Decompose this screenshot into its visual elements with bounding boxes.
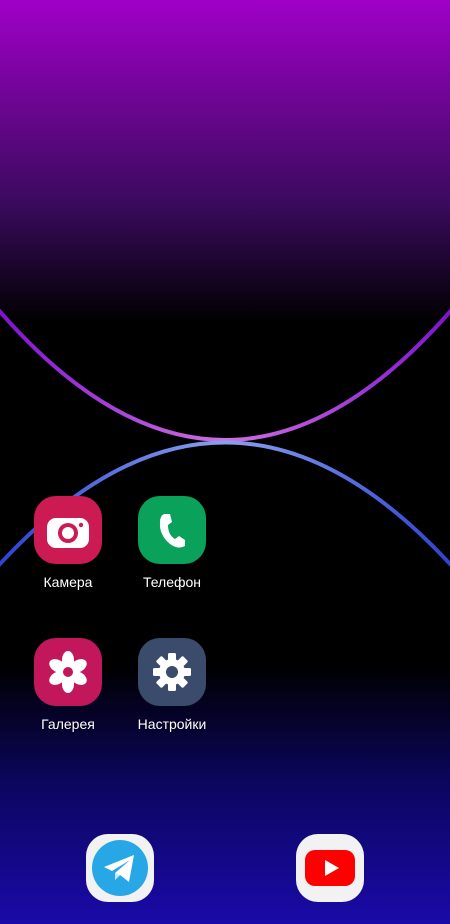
app-gallery-label: Галерея: [41, 716, 95, 732]
camera-icon: [47, 518, 89, 548]
app-phone-label: Телефон: [142, 574, 202, 590]
dock-youtube[interactable]: [296, 834, 364, 902]
phone-icon: [159, 514, 185, 548]
app-gallery[interactable]: Галерея: [18, 638, 118, 732]
app-settings[interactable]: Настройки: [122, 638, 222, 732]
wallpaper: [0, 0, 450, 924]
camera-tile: [34, 496, 102, 564]
app-camera-label: Камера: [43, 574, 93, 590]
app-camera[interactable]: Камера: [18, 496, 118, 590]
wallpaper-background: [0, 0, 450, 924]
gallery-tile: [34, 638, 102, 706]
gear-icon: [153, 653, 191, 691]
phone-tile: [138, 496, 206, 564]
telegram-icon: [92, 840, 148, 896]
flower-icon: [49, 651, 87, 693]
app-settings-label: Настройки: [137, 716, 207, 732]
dock-telegram[interactable]: [86, 834, 154, 902]
settings-tile: [138, 638, 206, 706]
youtube-icon: [305, 850, 355, 886]
app-phone[interactable]: Телефон: [122, 496, 222, 590]
